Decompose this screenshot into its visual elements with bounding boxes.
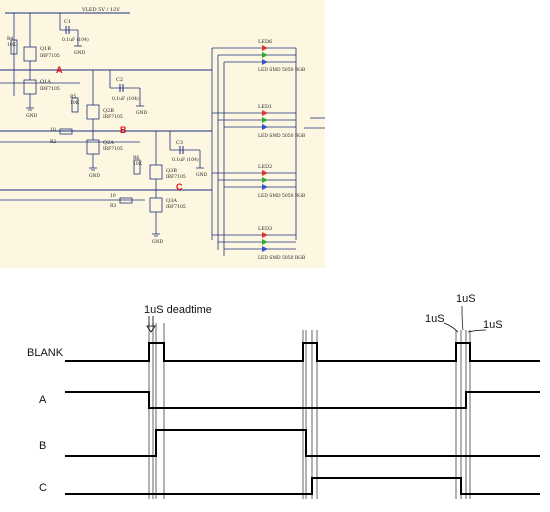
net-label-a: A (56, 65, 63, 75)
cap-value: 0.1uF (104) (172, 156, 199, 163)
fet-label-top: Q2B (103, 108, 114, 114)
gate-resistor-value: 10 (110, 193, 116, 199)
supply-label: VLED 5V / 12V (81, 7, 120, 13)
waveform-blank (65, 342, 540, 362)
gate-resistor-ref: R3 (110, 203, 116, 209)
callout-label: 1uS (456, 293, 476, 305)
led-ref: LED1 (258, 104, 272, 110)
signal-label-a: A (39, 394, 47, 406)
led-part: LED SMD 5050 RGB (258, 67, 306, 73)
resistor-ref: R4 (7, 36, 13, 42)
callout-label: 1uS (425, 313, 445, 325)
led-ref: LED3 (258, 226, 272, 232)
mosfet-stage-2: Q2B IRF7105 Q2A IRF7105 R5 10K 10 R2 GND (50, 70, 123, 179)
callout-label: 1uS (483, 319, 503, 331)
fet-part: IRF7105 (166, 204, 186, 210)
gate-resistor-value: 10 (50, 127, 56, 133)
resistor-ref: R5 (70, 94, 76, 100)
resistor-value: 10K (133, 161, 143, 167)
fet-label-bot: Q1A (40, 79, 51, 85)
led-package-1: LED6 LED SMD 5050 RGB (212, 39, 306, 73)
cap-gnd: GND (74, 50, 86, 56)
gnd-label: GND (152, 239, 164, 245)
fet-label-bot: Q3A (166, 198, 177, 204)
resistor-value: 10K (7, 42, 17, 48)
deadtime-arrow (146, 316, 156, 333)
cap-gnd: GND (196, 172, 208, 178)
led-part: LED SMD 5050 RGB (258, 193, 306, 199)
signal-label-c: C (39, 482, 47, 494)
led-package-3: LED2 LED SMD 5050 RGB (212, 164, 306, 199)
fet-part: IRF7105 (40, 86, 60, 92)
cap-value: 0.1uF (104) (112, 95, 139, 102)
deadtime-guides (148, 323, 471, 499)
gnd-label: GND (89, 173, 101, 179)
fet-part: IRF7105 (40, 53, 60, 59)
waveform-b (65, 429, 540, 457)
net-label-b: B (120, 125, 127, 135)
resistor-value: 10K (70, 100, 80, 106)
gnd-label: GND (26, 113, 38, 119)
fet-label-top: Q1B (40, 46, 51, 52)
schematic-diagram: VLED 5V / 12V Q1B IRF7105 Q1A IRF7105 R4… (0, 7, 325, 261)
led-ref: LED6 (258, 39, 272, 45)
cap-value: 0.1uF (104) (62, 36, 89, 43)
capacitor-c1: C1 0.1uF (104) GND (59, 13, 89, 56)
led-part: LED SMD 5050 RGB (258, 133, 306, 139)
waveform-c (65, 477, 540, 495)
cap-ref: C1 (64, 19, 71, 25)
led-ref: LED2 (258, 164, 272, 170)
fet-label-bot: Q2A (103, 140, 114, 146)
led-package-4: LED3 LED SMD 5050 RGB (212, 226, 306, 261)
resistor-ref: R6 (133, 155, 139, 161)
mosfet-stage-1: Q1B IRF7105 Q1A IRF7105 R4 10K GND (7, 13, 60, 119)
cap-gnd: GND (136, 110, 148, 116)
fet-part: IRF7105 (103, 114, 123, 120)
schematic-panel: VLED 5V / 12V Q1B IRF7105 Q1A IRF7105 R4… (0, 0, 325, 268)
fet-part: IRF7105 (166, 174, 186, 180)
led-part: LED SMD 5050 RGB (258, 255, 306, 261)
signal-label-blank: BLANK (27, 347, 64, 359)
callout-leaders (443, 305, 487, 333)
signal-label-b: B (39, 440, 46, 452)
net-label-c: C (176, 182, 183, 192)
cap-ref: C2 (116, 77, 123, 83)
fet-label-top: Q3B (166, 168, 177, 174)
timing-diagram: BLANK A B C 1uS deadtime 1uS 1uS 1uS (27, 293, 540, 499)
led-package-2: LED1 LED SMD 5050 RGB (212, 104, 306, 139)
deadtime-label: 1uS deadtime (144, 304, 212, 316)
cap-ref: C3 (176, 140, 183, 146)
gate-resistor-ref: R2 (50, 139, 56, 145)
capacitor-c2: C2 0.1uF (104) GND (109, 70, 148, 116)
fet-part: IRF7105 (103, 146, 123, 152)
waveform-a (65, 391, 540, 409)
